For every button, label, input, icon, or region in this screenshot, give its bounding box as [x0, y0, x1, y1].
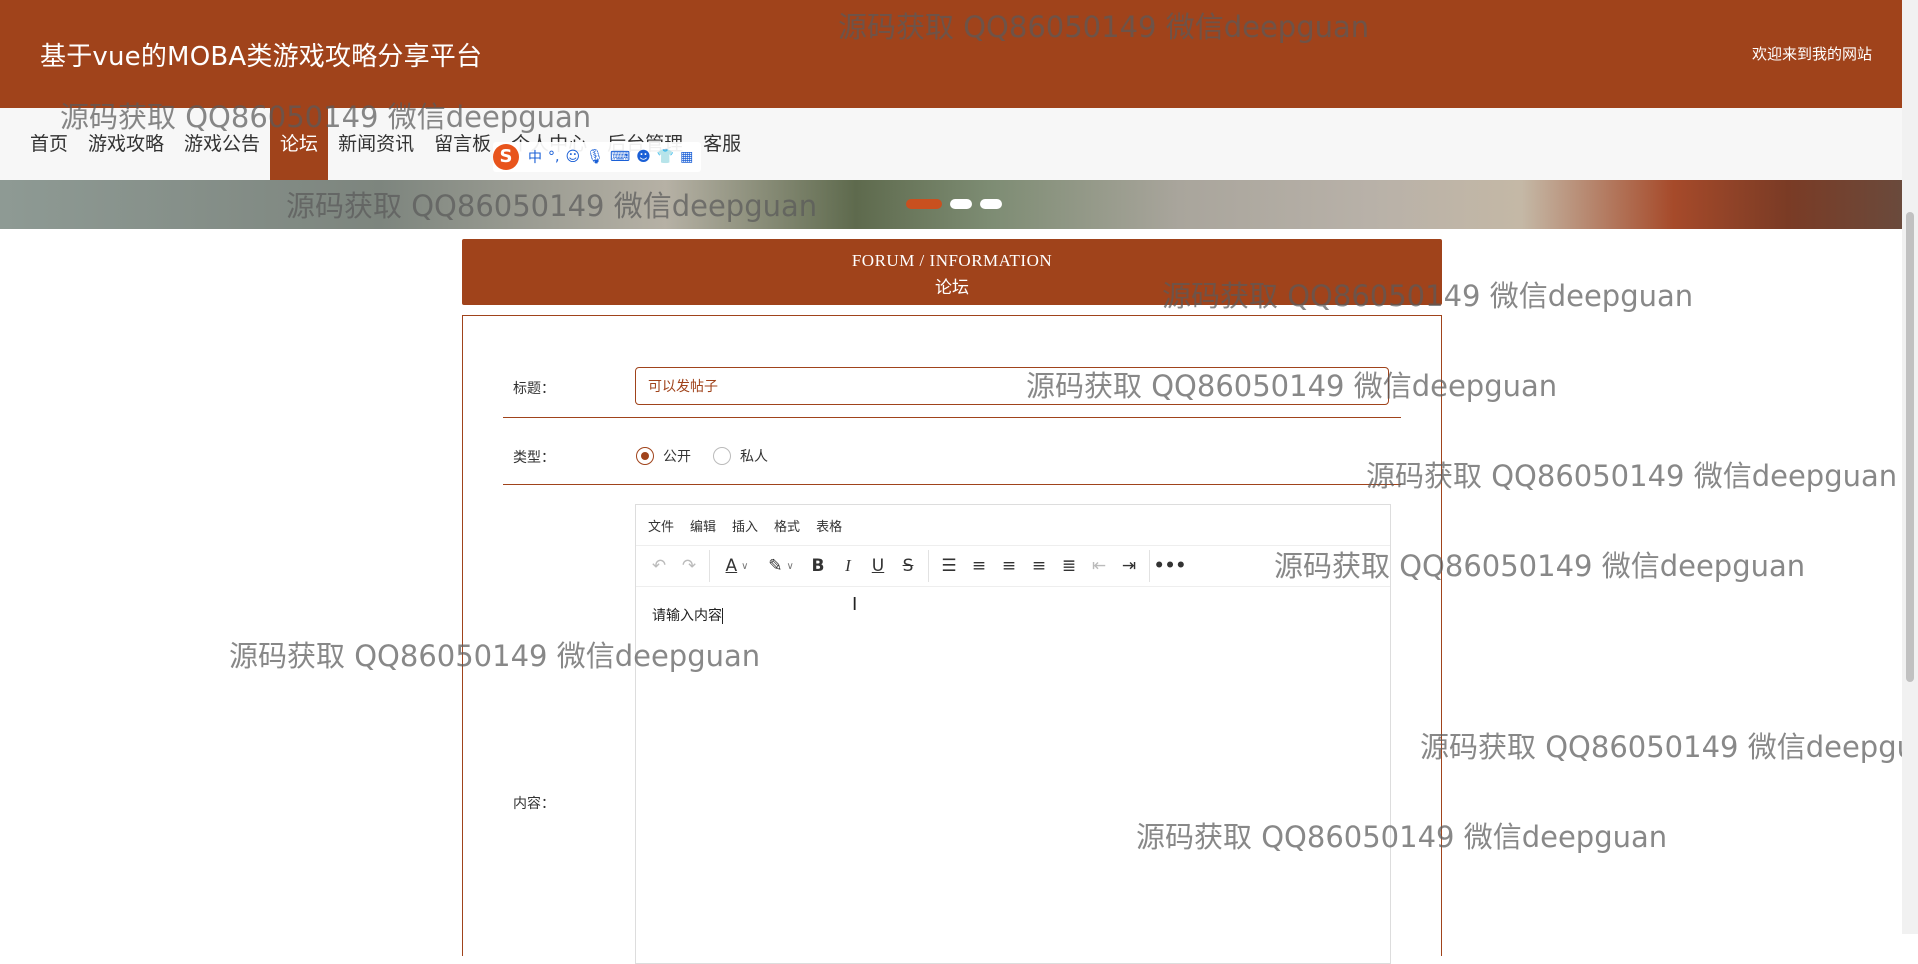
watermark: 源码获取 QQ86050149 微信deepguan	[1420, 730, 1902, 764]
toolbar-separator	[1149, 550, 1150, 582]
text-color-icon[interactable]: A ∨	[715, 551, 759, 581]
highlight-color-icon[interactable]: ✎ ∨	[759, 551, 803, 581]
carousel-dot[interactable]	[906, 199, 942, 209]
more-icon[interactable]: •••	[1154, 551, 1187, 581]
section-header-english: FORUM / INFORMATION	[851, 251, 1053, 270]
align-left-icon[interactable]: ≡	[964, 551, 994, 581]
nav-item-game-guides[interactable]: 游戏攻略	[78, 108, 174, 180]
editor-toolbar: ↶ ↷ A ∨ ✎ ∨ B I U S ☰ ≡ ≡ ≡ ≣ ⇤ ⇥ •••	[636, 545, 1390, 587]
align-justify-icon[interactable]: ≣	[1054, 551, 1084, 581]
outdent-icon[interactable]: ⇤	[1084, 551, 1114, 581]
nav-item-message-board[interactable]: 留言板	[424, 108, 501, 180]
post-form: 标题： 类型： 公开 私人 内容： 文件 编辑 插入 格式 表格 ↶ ↷ A∨ …	[462, 315, 1442, 964]
menu-insert[interactable]: 插入	[732, 516, 758, 535]
nav-item-customer-service[interactable]: 客服	[693, 108, 751, 180]
type-radio-group: 公开 私人	[636, 446, 790, 466]
radio-circle	[636, 447, 654, 465]
user-icon[interactable]: ☻	[636, 149, 651, 165]
nav-item-home[interactable]: 首页	[20, 108, 78, 180]
strikethrough-icon[interactable]: S	[893, 551, 923, 581]
text-cursor-icon: I	[852, 594, 858, 615]
radio-public-label: 公开	[663, 449, 691, 465]
carousel-indicators	[906, 199, 1010, 209]
redo-icon[interactable]: ↷	[674, 551, 704, 581]
list-icon[interactable]: ☰	[934, 551, 964, 581]
keyboard-icon[interactable]: ⌨	[610, 149, 630, 165]
radio-circle	[713, 447, 731, 465]
menu-table[interactable]: 表格	[816, 516, 842, 535]
row-divider	[503, 484, 1401, 485]
text-cursor	[722, 608, 723, 624]
type-label: 类型：	[513, 450, 555, 466]
shirt-icon[interactable]: 👕	[657, 149, 674, 165]
watermark: 源码获取 QQ86050149 微信deepguan	[1366, 459, 1898, 493]
menu-file[interactable]: 文件	[648, 516, 674, 535]
italic-icon[interactable]: I	[833, 551, 863, 581]
align-center-icon[interactable]: ≡	[994, 551, 1024, 581]
nav-item-game-announcements[interactable]: 游戏公告	[174, 108, 270, 180]
radio-private-label: 私人	[740, 449, 768, 465]
bold-icon[interactable]: B	[803, 551, 833, 581]
carousel-dot[interactable]	[980, 199, 1002, 209]
toolbar-separator	[928, 550, 929, 582]
radio-private[interactable]: 私人	[713, 446, 768, 466]
content-label: 内容：	[513, 796, 555, 812]
ime-punctuation-toggle[interactable]: °,	[548, 149, 559, 165]
carousel-dot[interactable]	[950, 199, 972, 209]
indent-icon[interactable]: ⇥	[1114, 551, 1144, 581]
welcome-text: 欢迎来到我的网站	[1751, 45, 1872, 63]
align-right-icon[interactable]: ≡	[1024, 551, 1054, 581]
page-scrollbar[interactable]	[1902, 0, 1918, 934]
scrollbar-thumb[interactable]	[1906, 212, 1914, 682]
site-title: 基于vue的MOBA类游戏攻略分享平台	[40, 42, 483, 72]
sogou-logo-icon[interactable]: S	[493, 144, 519, 170]
site-header: 基于vue的MOBA类游戏攻略分享平台 欢迎来到我的网站	[0, 0, 1902, 108]
ime-mode-toggle[interactable]: 中	[528, 147, 542, 167]
title-label: 标题：	[513, 381, 555, 397]
rich-text-editor: 文件 编辑 插入 格式 表格 ↶ ↷ A ∨ ✎ ∨ B I U S ☰ ≡ ≡ ≡…	[635, 504, 1391, 964]
radio-public[interactable]: 公开	[636, 446, 691, 466]
section-header-chinese: 论坛	[935, 278, 969, 298]
nav-item-news[interactable]: 新闻资讯	[328, 108, 424, 180]
main-nav: 首页 游戏攻略 游戏公告 论坛 新闻资讯 留言板 个人中心 后台管理 客服	[0, 108, 1902, 180]
menu-edit[interactable]: 编辑	[690, 516, 716, 535]
editor-content-text: 请输入内容	[652, 608, 722, 624]
toolbar-separator	[709, 550, 710, 582]
microphone-icon[interactable]: 🎙	[586, 149, 604, 165]
editor-menubar: 文件 编辑 插入 格式 表格	[636, 505, 1390, 545]
editor-content-area[interactable]: 请输入内容	[636, 587, 1390, 643]
menu-format[interactable]: 格式	[774, 516, 800, 535]
underline-icon[interactable]: U	[863, 551, 893, 581]
grid-icon[interactable]: ▦	[680, 149, 693, 165]
undo-icon[interactable]: ↶	[644, 551, 674, 581]
emoji-icon[interactable]: ☺	[565, 149, 580, 165]
title-input[interactable]	[635, 367, 1389, 405]
ime-toolbar: S 中 °, ☺ 🎙 ⌨ ☻ 👕 ▦	[493, 142, 701, 172]
section-header: FORUM / INFORMATION 论坛	[462, 239, 1442, 305]
nav-item-forum[interactable]: 论坛	[270, 108, 329, 180]
row-divider	[503, 417, 1401, 418]
